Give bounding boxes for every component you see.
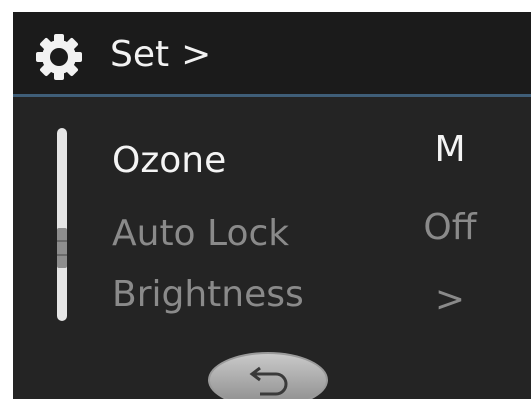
- menu-item-ozone[interactable]: Ozone: [112, 139, 226, 183]
- menu-item-auto-lock-value[interactable]: Off: [405, 206, 495, 250]
- page-title: Set >: [110, 33, 211, 77]
- menu-item-ozone-value[interactable]: M: [405, 128, 495, 172]
- header-bar: Set >: [13, 12, 531, 94]
- title-chevron: >: [181, 34, 212, 75]
- scrollbar-track[interactable]: [57, 128, 67, 321]
- return-arrow-icon: [249, 366, 288, 396]
- back-button[interactable]: [208, 352, 328, 399]
- page-title-text: Set: [110, 34, 170, 75]
- header-divider: [13, 94, 531, 97]
- scrollbar-thumb[interactable]: [57, 228, 67, 268]
- menu-item-brightness-value[interactable]: >: [405, 278, 495, 322]
- menu-item-brightness[interactable]: Brightness: [112, 273, 304, 317]
- settings-screen: Set > Ozone M Auto Lock Off Brightness >: [13, 12, 531, 399]
- gear-icon: [36, 34, 82, 80]
- menu-item-auto-lock[interactable]: Auto Lock: [112, 212, 289, 256]
